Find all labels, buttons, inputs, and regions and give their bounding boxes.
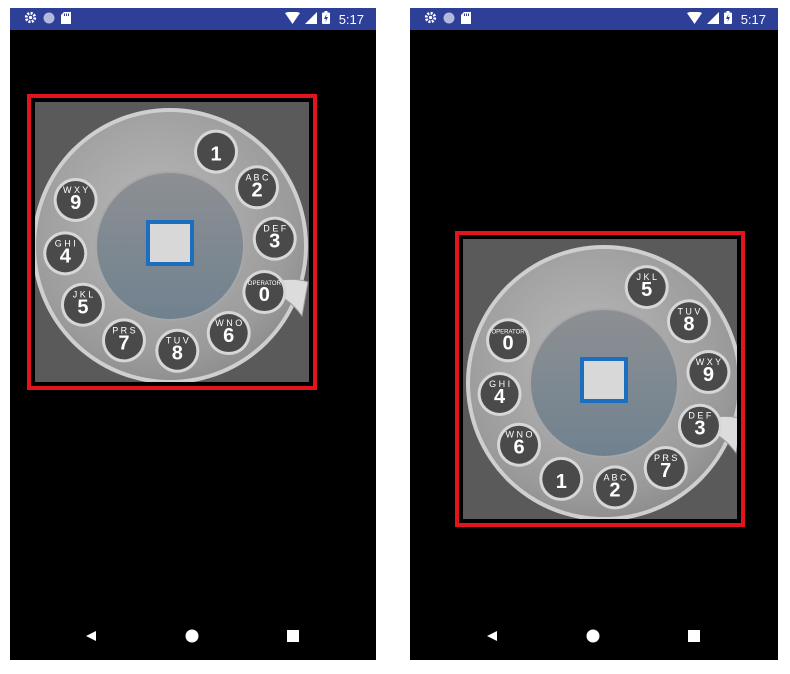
dial-letters: W N O xyxy=(215,318,242,328)
dial-hole-9[interactable]: 9W X Y xyxy=(686,350,731,395)
dial-digit: 2 xyxy=(251,179,262,201)
clock: 5:17 xyxy=(740,11,766,27)
dial-letters: J K L xyxy=(636,272,657,282)
dial-hole-8[interactable]: 8T U V xyxy=(666,299,711,344)
circle-icon xyxy=(43,11,55,29)
dial-digit: 6 xyxy=(223,325,234,347)
settings-icon xyxy=(24,11,37,29)
dial-hole-0[interactable]: 0OPERATOR xyxy=(242,270,287,315)
dial-hole-1[interactable]: 1 xyxy=(194,129,239,174)
dial-hole-7[interactable]: 7P R S xyxy=(101,318,146,363)
dial-letters: P R S xyxy=(654,453,677,463)
status-bar: 5:17 xyxy=(10,8,376,30)
dial-letters: G H I xyxy=(489,379,510,389)
wifi-icon xyxy=(284,11,300,27)
dial-digit: 8 xyxy=(172,343,183,365)
battery-icon xyxy=(321,11,330,27)
dial-letters: D E F xyxy=(263,224,287,234)
wifi-icon xyxy=(686,11,702,27)
dial-digit: 3 xyxy=(694,418,705,440)
dial-digit: 1 xyxy=(210,144,221,166)
dial-letters: W X Y xyxy=(696,357,721,367)
dial-center-button[interactable] xyxy=(580,357,628,403)
dial-digit: 7 xyxy=(660,460,671,482)
dial-hole-0[interactable]: 0OPERATOR xyxy=(486,318,531,363)
rotary-dial[interactable]: 5J K L8T U V9W X Y3D E F7P R S2A B C16W … xyxy=(463,239,737,519)
recents-icon[interactable] xyxy=(283,626,303,646)
dial-letters: OPERATOR xyxy=(248,281,282,287)
phone-screen-left: 5:17 12A B C3D E F 0 OPERATOR 6 W N O8T U V7… xyxy=(10,8,376,660)
dial-hole-5[interactable]: 5J K L xyxy=(60,282,105,327)
dial-letters: T U V xyxy=(678,306,701,316)
dial-hole-2[interactable]: 2A B C xyxy=(235,165,280,210)
dial-digit: 3 xyxy=(269,231,280,253)
circle-icon xyxy=(443,11,455,29)
dial-letters: OPERATOR xyxy=(492,329,526,335)
dial-digit: 9 xyxy=(703,364,714,386)
dial-digit: 8 xyxy=(683,313,694,335)
clock: 5:17 xyxy=(338,11,364,27)
dial-hole-8[interactable]: 8T U V xyxy=(155,328,200,373)
dial-hole-3[interactable]: 3D E F xyxy=(252,216,297,261)
dial-digit: 7 xyxy=(118,332,129,354)
dial-hole-4[interactable]: 4G H I xyxy=(43,231,88,276)
sd-card-icon xyxy=(61,11,71,29)
dial-hole-6[interactable]: 6W N O xyxy=(206,311,251,356)
home-icon[interactable] xyxy=(583,626,603,646)
signal-icon xyxy=(706,11,719,27)
navigation-bar xyxy=(410,612,778,660)
dial-digit: 4 xyxy=(494,386,506,408)
home-icon[interactable] xyxy=(182,626,202,646)
dial-hole-6[interactable]: 6W N O xyxy=(497,422,542,467)
status-bar: 5:17 xyxy=(410,8,778,30)
dial-hole-5[interactable]: 5J K L xyxy=(624,265,669,310)
dial-digit: 4 xyxy=(60,245,72,267)
dial-center-button[interactable] xyxy=(146,220,194,266)
dial-letters: W X Y xyxy=(63,185,88,195)
dial-digit: 0 xyxy=(503,332,514,354)
rotary-dial-frame: 12A B C3D E F 0 OPERATOR 6 W N O8T U V7P R S… xyxy=(27,94,317,390)
dial-digit: 6 xyxy=(513,437,524,459)
dial-hole-4[interactable]: 4G H I xyxy=(477,371,522,416)
recents-icon[interactable] xyxy=(684,626,704,646)
signal-icon xyxy=(304,11,317,27)
sd-card-icon xyxy=(461,11,471,29)
dial-letters: A B C xyxy=(603,472,627,482)
dial-letters: P R S xyxy=(112,325,135,335)
dial-letters: A B C xyxy=(246,172,270,182)
dial-letters: T U V xyxy=(166,336,189,346)
dial-digit: 1 xyxy=(556,471,567,493)
back-icon[interactable] xyxy=(81,626,101,646)
phone-screen-right: 5:17 5J K L8T U V9W X Y3D E F7P R S2A B … xyxy=(410,8,778,660)
dial-digit: 9 xyxy=(70,192,81,214)
dial-letters: J K L xyxy=(73,290,94,300)
dial-letters: W N O xyxy=(506,430,533,440)
dial-hole-7[interactable]: 7P R S xyxy=(643,445,688,490)
dial-hole-9[interactable]: 9W X Y xyxy=(53,177,98,222)
dial-letters: D E F xyxy=(688,411,712,421)
dial-hole-2[interactable]: 2A B C xyxy=(592,465,637,510)
dial-digit: 0 xyxy=(259,284,270,306)
settings-icon xyxy=(424,11,437,29)
rotary-dial[interactable]: 12A B C3D E F 0 OPERATOR 6 W N O8T U V7P R S… xyxy=(35,102,309,382)
dial-hole-3[interactable]: 3D E F xyxy=(677,403,722,448)
dial-letters: G H I xyxy=(55,238,76,248)
back-icon[interactable] xyxy=(482,626,502,646)
dial-digit: 5 xyxy=(641,279,652,301)
rotary-dial-frame: 5J K L8T U V9W X Y3D E F7P R S2A B C16W … xyxy=(455,231,745,527)
dial-hole-1[interactable]: 1 xyxy=(539,456,584,501)
dial-digit: 2 xyxy=(609,479,620,501)
navigation-bar xyxy=(10,612,376,660)
dial-digit: 5 xyxy=(77,297,88,319)
battery-icon xyxy=(723,11,732,27)
